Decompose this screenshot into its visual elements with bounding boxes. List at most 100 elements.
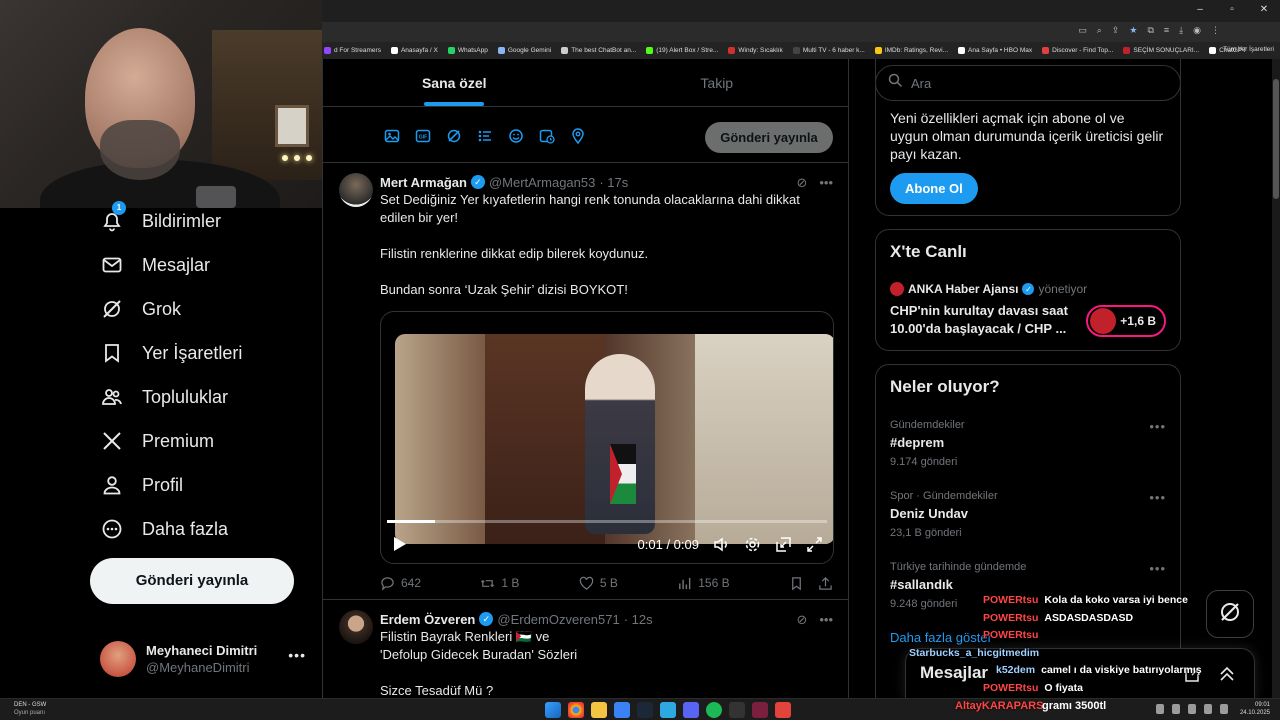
explorer-icon[interactable]	[591, 702, 607, 718]
bookmark-item[interactable]: Google Gemini	[497, 47, 551, 54]
menu-icon[interactable]: ⋮	[1211, 25, 1220, 36]
settings-icon[interactable]	[744, 536, 761, 553]
bookmark-item[interactable]: Ana Sayfa • HBO Max	[958, 47, 1032, 54]
steam-icon[interactable]	[637, 702, 653, 718]
bookmark-item[interactable]: The best ChatBot an...	[561, 47, 636, 54]
bookmark-item[interactable]: WhatsApp	[447, 47, 488, 54]
more-dots-icon[interactable]: •••	[1149, 419, 1166, 434]
tweet[interactable]: Mert Armağan ✓ @MertArmagan53 · 17s ⊘ ••…	[323, 163, 848, 600]
volume-icon[interactable]	[713, 536, 730, 553]
image-icon[interactable]	[383, 127, 401, 145]
tab-following[interactable]: Takip	[586, 59, 849, 106]
account-switcher[interactable]: Meyhaneci Dimitri @MeyhaneDimitri •••	[100, 637, 310, 681]
share-icon[interactable]: ⇪	[1112, 25, 1120, 36]
play-icon[interactable]	[393, 536, 407, 552]
more-dots-icon[interactable]: •••	[288, 647, 306, 663]
all-bookmarks[interactable]: Tüm Yer İşaretleri	[1223, 46, 1274, 53]
nav-item-mail[interactable]: Mesajlar	[100, 251, 210, 279]
live-host[interactable]: ANKA Haber Ajansı ✓ yönetiyor	[890, 282, 1166, 296]
obs-icon[interactable]	[729, 702, 745, 718]
bookmark-item[interactable]: Multi TV - 6 haber k...	[792, 47, 865, 54]
emoji-icon[interactable]	[507, 127, 525, 145]
bookmark-item[interactable]: d For Streamers	[324, 47, 381, 54]
author-handle[interactable]: @ErdemOzveren571	[497, 612, 619, 627]
taskbar-clock[interactable]: 09:01 24.10.2025	[1240, 701, 1270, 717]
bookmark-item[interactable]: Windy: Sıcaklık	[728, 47, 783, 54]
page-scrollbar[interactable]	[1272, 59, 1280, 698]
app2-icon[interactable]	[752, 702, 768, 718]
cast-icon[interactable]: ▭	[1078, 25, 1087, 36]
profile-menu-icon[interactable]: ◉	[1193, 25, 1201, 36]
tray-icon[interactable]	[1220, 704, 1228, 714]
spotify-icon[interactable]	[706, 702, 722, 718]
bookmark-item[interactable]: (19) Alert Box / Stre...	[646, 47, 718, 54]
trend-item[interactable]: Gündemdekiler #deprem 9.174 gönderi •••	[890, 419, 1166, 468]
nav-item-more-circle[interactable]: Daha fazla	[100, 515, 228, 543]
avatar[interactable]	[339, 173, 373, 207]
nav-item-x-logo[interactable]: Premium	[100, 427, 214, 455]
video-player[interactable]: 0:01 / 0:09	[380, 311, 834, 564]
author-name[interactable]: Mert Armağan	[380, 175, 467, 190]
post-button-sidebar[interactable]: Gönderi yayınla	[90, 558, 294, 604]
trend-item[interactable]: Spor · Gündemdekiler Deniz Undav 23,1 B gö…	[890, 490, 1166, 539]
extensions-icon[interactable]: ⧉	[1147, 25, 1153, 36]
live-listeners-pill[interactable]: +1,6 B	[1086, 305, 1166, 337]
playlist-icon[interactable]: ≡	[1164, 25, 1169, 36]
nav-item-bell[interactable]: 1 Bildirimler	[100, 201, 221, 235]
nav-item-communities[interactable]: Topluluklar	[100, 383, 228, 411]
reply-button[interactable]: 642	[380, 576, 421, 591]
maximize-button[interactable]: ▫	[1216, 0, 1248, 22]
nav-item-grok[interactable]: Grok	[100, 295, 181, 323]
more-dots-icon[interactable]: •••	[1149, 561, 1166, 576]
fullscreen-icon[interactable]	[806, 536, 823, 553]
nav-item-bookmark[interactable]: Yer İşaretleri	[100, 339, 242, 367]
star-icon[interactable]: ★	[1129, 25, 1137, 36]
tweet[interactable]: Erdem Özveren ✓ @ErdemOzveren571 · 12s ⊘…	[323, 600, 848, 698]
more-dots-icon[interactable]: •••	[819, 612, 833, 628]
chevron-up-icon[interactable]	[1218, 665, 1236, 683]
post-button[interactable]: Gönderi yayınla	[705, 122, 833, 153]
grok-icon[interactable]	[445, 127, 463, 145]
nav-item-profile[interactable]: Profil	[100, 471, 183, 499]
taskbar-widget[interactable]: DEN - GSW Oyun puanı	[14, 701, 46, 717]
chrome-icon[interactable]	[568, 702, 584, 718]
start-icon[interactable]	[545, 702, 561, 718]
grok-icon[interactable]: ⊘	[796, 175, 807, 191]
author-name[interactable]: Erdem Özveren	[380, 612, 475, 627]
edge-icon[interactable]	[660, 702, 676, 718]
bookmark-item[interactable]: SEÇİM SONUÇLARI...	[1123, 47, 1199, 54]
live-title[interactable]: CHP'nin kurultay davası saat 10.00'da ba…	[890, 302, 1080, 338]
more-dots-icon[interactable]: •••	[1149, 490, 1166, 505]
views-button[interactable]: 156 B	[677, 576, 730, 591]
tray-icon[interactable]	[1156, 704, 1164, 714]
avatar[interactable]	[339, 610, 373, 644]
bookmark-button[interactable]	[789, 576, 804, 591]
poll-icon[interactable]	[476, 127, 494, 145]
discord-icon[interactable]	[683, 702, 699, 718]
bookmark-item[interactable]: Anasayfa / X	[390, 47, 438, 54]
tray-icon[interactable]	[1172, 704, 1180, 714]
repost-button[interactable]: 1 B	[480, 576, 519, 591]
zoom-icon[interactable]: ⌕	[1097, 25, 1102, 36]
schedule-icon[interactable]	[538, 127, 556, 145]
bookmark-item[interactable]: IMDb: Ratings, Revi...	[874, 47, 948, 54]
tray-icon[interactable]	[1188, 704, 1196, 714]
tray-icon[interactable]	[1204, 704, 1212, 714]
bookmark-item[interactable]: Discover - Find Top...	[1042, 47, 1113, 54]
tweet-time[interactable]: · 17s	[599, 175, 628, 190]
location-icon[interactable]	[569, 127, 587, 145]
more-dots-icon[interactable]: •••	[819, 175, 833, 191]
app3-icon[interactable]	[775, 702, 791, 718]
grok-icon[interactable]: ⊘	[796, 612, 807, 628]
subscribe-button[interactable]: Abone Ol	[890, 173, 978, 204]
grok-floating-button[interactable]	[1206, 590, 1254, 638]
pip-icon[interactable]	[775, 536, 792, 553]
tweet-time[interactable]: · 12s	[624, 612, 653, 627]
share-button[interactable]	[818, 576, 833, 591]
like-button[interactable]: 5 B	[579, 576, 618, 591]
close-window-button[interactable]: ✕	[1248, 0, 1280, 22]
tab-for-you[interactable]: Sana özel	[323, 59, 586, 106]
minimize-button[interactable]: –	[1184, 0, 1216, 22]
download-icon[interactable]: ⤓	[1179, 25, 1183, 36]
video-progress-bar[interactable]	[387, 520, 827, 523]
